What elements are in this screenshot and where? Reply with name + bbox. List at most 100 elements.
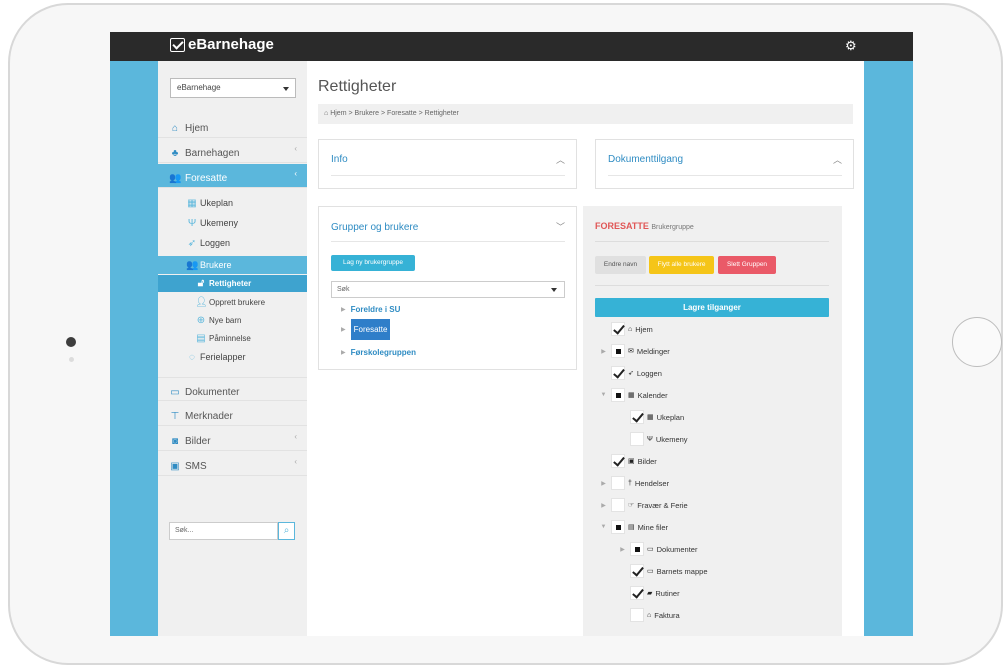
- perm-row-kalender[interactable]: ▼ ▦ Kalender: [599, 387, 668, 403]
- sidebar-item-paminnelse[interactable]: ▤ Påminnelse: [158, 330, 307, 346]
- sidebar-item-loggen[interactable]: ➶ Loggen: [158, 235, 307, 251]
- permission-label: Fravær & Ferie: [637, 500, 688, 510]
- perm-row-bilder[interactable]: ▣ Bilder: [599, 453, 657, 469]
- permission-checkbox[interactable]: [611, 366, 625, 380]
- document-access-title[interactable]: Dokumenttilgang: [608, 154, 683, 165]
- permission-checkbox[interactable]: [611, 388, 625, 402]
- sidebar-search-input[interactable]: Søk...: [169, 522, 278, 540]
- breadcrumb-item-brukere[interactable]: Brukere: [355, 110, 380, 117]
- perm-row-hendelser[interactable]: ▶ † Hendelser: [599, 475, 669, 491]
- perm-row-ukeplan[interactable]: ▦ Ukeplan: [618, 409, 684, 425]
- caret-right-icon[interactable]: ▶: [599, 348, 608, 355]
- chevron-up-icon[interactable]: ︿: [833, 153, 842, 166]
- perm-row-mine-filer[interactable]: ▼ ▤ Mine filer: [599, 519, 668, 535]
- sidebar-item-ferielapper[interactable]: ◌ Ferielapper: [158, 349, 307, 365]
- group-search-select[interactable]: Søk: [331, 281, 565, 298]
- perm-row-faktura[interactable]: ⌂ Faktura: [618, 607, 680, 623]
- breadcrumb-item-foresatte[interactable]: Foresatte: [387, 110, 417, 117]
- permission-checkbox[interactable]: [611, 344, 625, 358]
- permission-checkbox[interactable]: [630, 608, 644, 622]
- permission-checkbox[interactable]: [630, 542, 644, 556]
- caret-right-icon[interactable]: ▶: [599, 480, 608, 487]
- permission-label: Rutiner: [655, 588, 680, 598]
- permission-checkbox[interactable]: [630, 410, 644, 424]
- kindergarten-select[interactable]: eBarnehage: [170, 78, 296, 98]
- book-icon: ▰: [647, 590, 653, 597]
- permission-checkbox[interactable]: [611, 520, 625, 534]
- breadcrumb-item-hjem[interactable]: Hjem: [330, 110, 346, 117]
- checkbox-logo-icon: [170, 37, 185, 52]
- caret-right-icon[interactable]: ▶: [341, 349, 346, 356]
- sidebar-item-label: Dokumenter: [185, 386, 240, 398]
- sidebar-item-ukemeny[interactable]: Ψ Ukemeny: [158, 215, 307, 231]
- permission-label: Faktura: [654, 610, 680, 620]
- move-all-users-button[interactable]: Flytt alle brukere: [649, 256, 714, 274]
- permission-checkbox[interactable]: [630, 564, 644, 578]
- groups-panel-title[interactable]: Grupper og brukere: [331, 222, 418, 233]
- sidebar-item-dokumenter[interactable]: ▭ Dokumenter: [158, 377, 307, 401]
- caret-right-icon[interactable]: ▶: [599, 502, 608, 509]
- group-item-foresatte[interactable]: ▶ Foresatte: [341, 319, 391, 340]
- sidebar-item-foresatte[interactable]: 👥 Foresatte ‹: [158, 164, 307, 188]
- perm-row-rutiner[interactable]: ▰ Rutiner: [618, 585, 680, 601]
- caret-right-icon[interactable]: ▶: [618, 546, 627, 553]
- permission-checkbox[interactable]: [611, 476, 625, 490]
- calendar-icon: ▦: [628, 392, 635, 399]
- permission-checkbox[interactable]: [630, 432, 644, 446]
- main-content: Rettigheter ⌂ Hjem > Brukere > Foresatte…: [307, 61, 864, 636]
- perm-row-fravaer-ferie[interactable]: ▶ ☞ Fravær & Ferie: [599, 497, 688, 513]
- camera-icon: [66, 337, 76, 347]
- cutlery-icon: Ψ: [187, 217, 197, 229]
- permission-label: Kalender: [637, 390, 668, 400]
- caret-down-icon[interactable]: ▼: [599, 524, 608, 530]
- new-group-button[interactable]: Lag ny brukergruppe: [331, 255, 415, 271]
- caret-down-icon[interactable]: ▼: [599, 392, 608, 398]
- spinner-icon: ◌: [189, 351, 195, 363]
- sidebar-item-opprett-brukere[interactable]: 👤︎ Opprett brukere: [158, 294, 307, 310]
- gear-icon[interactable]: ⚙: [845, 38, 857, 54]
- brand-logo[interactable]: eBarnehage: [170, 36, 274, 53]
- sidebar-item-label: Nye barn: [209, 315, 242, 325]
- sidebar-item-sms[interactable]: ▣ SMS ‹: [158, 452, 307, 476]
- chevron-down-icon[interactable]: ﹀: [556, 220, 565, 233]
- save-permissions-button[interactable]: Lagre tilganger: [595, 298, 829, 317]
- perm-row-barnets-mappe[interactable]: ▭ Barnets mappe: [618, 563, 708, 579]
- sidebar-item-brukere[interactable]: 👥 Brukere: [158, 256, 307, 274]
- sidebar-item-ukeplan[interactable]: ▦ Ukeplan: [158, 195, 307, 211]
- group-item-foreldre-i-su[interactable]: ▶ Foreldre i SU: [341, 305, 400, 314]
- perm-row-meldinger[interactable]: ▶ ✉ Meldinger: [599, 343, 670, 359]
- sidebar-item-nye-barn[interactable]: ⊕ Nye barn: [158, 312, 307, 328]
- permission-checkbox[interactable]: [611, 322, 625, 336]
- group-search-placeholder: Søk: [337, 286, 350, 293]
- permission-label: Bilder: [637, 456, 657, 466]
- caret-right-icon[interactable]: ▶: [341, 326, 346, 333]
- perm-row-hjem[interactable]: ⌂ Hjem: [599, 321, 653, 337]
- perm-row-loggen[interactable]: ➶ Loggen: [599, 365, 662, 381]
- permission-checkbox[interactable]: [611, 498, 625, 512]
- delete-group-button[interactable]: Slett Gruppen: [718, 256, 776, 274]
- paper-plane-icon: ➶: [628, 370, 634, 377]
- chevron-up-icon[interactable]: ︿: [556, 153, 565, 166]
- sensor-dot: [69, 357, 74, 362]
- permission-label: Ukeplan: [656, 412, 685, 422]
- cutlery-icon: Ψ: [647, 435, 653, 443]
- sidebar-item-bilder[interactable]: ◙ Bilder ‹: [158, 427, 307, 451]
- caret-right-icon[interactable]: ▶: [341, 306, 346, 313]
- sidebar-item-barnehagen[interactable]: ♣ Barnehagen ‹: [158, 139, 307, 163]
- permission-checkbox[interactable]: [630, 586, 644, 600]
- info-panel-title[interactable]: Info: [331, 154, 348, 165]
- divider: [595, 285, 829, 286]
- permission-checkbox[interactable]: [611, 454, 625, 468]
- permission-label: Barnets mappe: [656, 566, 708, 576]
- rename-group-button[interactable]: Endre navn: [595, 256, 646, 274]
- groups-panel: Grupper og brukere ﹀ Lag ny brukergruppe…: [318, 206, 577, 370]
- home-button[interactable]: [952, 317, 1002, 367]
- group-item-forskolegruppen[interactable]: ▶ Førskolegruppen: [341, 348, 416, 357]
- sidebar-item-merknader[interactable]: ⊤ Merknader: [158, 402, 307, 426]
- breadcrumb: ⌂ Hjem > Brukere > Foresatte > Rettighet…: [318, 104, 853, 124]
- sidebar-item-rettigheter[interactable]: 🔓︎ Rettigheter: [158, 275, 307, 292]
- sidebar-item-hjem[interactable]: ⌂ Hjem: [158, 114, 307, 138]
- perm-row-dokumenter[interactable]: ▶ ▭ Dokumenter: [618, 541, 697, 557]
- search-icon[interactable]: ⌕: [278, 522, 295, 540]
- perm-row-ukemeny[interactable]: Ψ Ukemeny: [618, 431, 688, 447]
